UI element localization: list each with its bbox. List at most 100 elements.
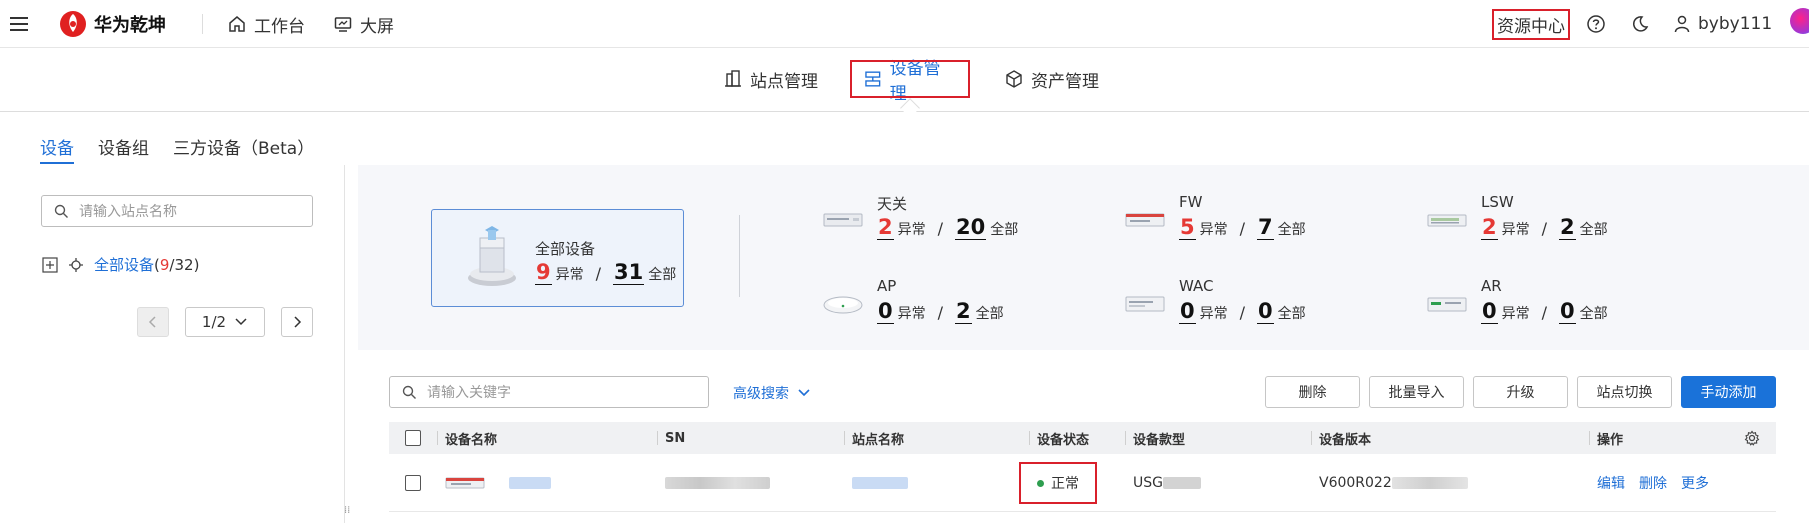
status-dot-icon bbox=[1037, 479, 1044, 487]
abnormal-label: 异常 bbox=[897, 222, 926, 238]
device-type-name: WAC bbox=[1179, 277, 1214, 295]
more-link[interactable]: 更多 bbox=[1681, 473, 1709, 493]
resource-center-link[interactable]: 资源中心 bbox=[1492, 8, 1570, 40]
column-divider bbox=[1311, 431, 1312, 445]
wac-device-icon bbox=[1125, 296, 1165, 312]
user-icon bbox=[1674, 15, 1690, 33]
column-device-model[interactable]: 设备款型 bbox=[1133, 422, 1185, 454]
device-type-name: 天关 bbox=[877, 195, 908, 213]
switch-device-icon bbox=[1427, 214, 1467, 227]
device-name-cell[interactable] bbox=[509, 454, 551, 512]
sn-cell bbox=[665, 454, 770, 512]
table-row[interactable]: 正常 USG V600R022 编辑 删除 更多 bbox=[389, 454, 1776, 512]
all-devices-card[interactable]: 全部设备 9 异常 / 31 全部 bbox=[431, 209, 684, 307]
nav-bigscreen[interactable]: 大屏 bbox=[334, 0, 394, 48]
table-header: 设备名称 SN 站点名称 设备状态 设备款型 设备版本 操作 bbox=[389, 422, 1776, 454]
site-switch-button[interactable]: 站点切换 bbox=[1577, 376, 1672, 408]
column-device-version[interactable]: 设备版本 bbox=[1319, 422, 1371, 454]
tab-asset-management-label: 资产管理 bbox=[1031, 71, 1099, 92]
actions-cell: 编辑 删除 更多 bbox=[1597, 454, 1709, 512]
total-label: 全部 bbox=[1277, 306, 1306, 322]
slash: / bbox=[937, 219, 944, 238]
abnormal-label: 异常 bbox=[1501, 222, 1530, 238]
resource-center-label: 资源中心 bbox=[1492, 8, 1570, 40]
prev-page-button[interactable] bbox=[137, 307, 169, 337]
select-all-checkbox[interactable] bbox=[405, 422, 421, 454]
delete-link[interactable]: 删除 bbox=[1639, 473, 1667, 493]
expand-icon[interactable] bbox=[42, 256, 58, 273]
advanced-search-toggle[interactable]: 高级搜索 bbox=[733, 383, 811, 403]
total-label: 全部 bbox=[648, 267, 677, 283]
batch-import-button[interactable]: 批量导入 bbox=[1369, 376, 1464, 408]
resize-handle[interactable]: ⁞⁞ bbox=[344, 505, 350, 516]
tab-site-management-label: 站点管理 bbox=[750, 71, 818, 92]
status-cell: 正常 bbox=[1019, 454, 1097, 512]
slash: / bbox=[1541, 219, 1548, 238]
next-page-button[interactable] bbox=[281, 307, 313, 337]
crosshair-icon bbox=[69, 257, 83, 272]
delete-button[interactable]: 删除 bbox=[1265, 376, 1360, 408]
username: byby111 bbox=[1698, 14, 1773, 34]
slash: / bbox=[1239, 303, 1246, 322]
search-icon bbox=[402, 385, 416, 399]
row-checkbox[interactable] bbox=[405, 454, 421, 512]
column-site-name[interactable]: 站点名称 bbox=[852, 422, 904, 454]
total-count: 0 bbox=[1559, 299, 1576, 324]
edit-link[interactable]: 编辑 bbox=[1597, 473, 1625, 493]
page-select[interactable]: 1/2 bbox=[185, 307, 265, 337]
user-menu[interactable]: byby111 bbox=[1674, 0, 1772, 48]
column-divider bbox=[1029, 431, 1030, 445]
column-device-status[interactable]: 设备状态 bbox=[1037, 422, 1089, 454]
column-sn[interactable]: SN bbox=[665, 422, 685, 454]
total-count: 2 bbox=[1559, 215, 1576, 240]
site-search-input[interactable]: 请输入站点名称 bbox=[41, 195, 313, 227]
tree-abnormal-count: 9 bbox=[159, 255, 170, 274]
tab-asset-management[interactable]: 资产管理 bbox=[993, 62, 1111, 96]
column-actions: 操作 bbox=[1597, 432, 1624, 448]
device-type-name: AP bbox=[877, 277, 897, 295]
divider bbox=[202, 14, 203, 34]
slash: / bbox=[937, 303, 944, 322]
nav-workbench[interactable]: 工作台 bbox=[228, 0, 305, 48]
subtab-device-group[interactable]: 设备组 bbox=[98, 134, 149, 164]
total-count: 20 bbox=[955, 215, 987, 240]
gateway-device-icon bbox=[823, 213, 863, 227]
avatar[interactable] bbox=[1790, 8, 1809, 34]
column-divider bbox=[437, 431, 438, 445]
all-abnormal-count: 9 bbox=[535, 260, 552, 285]
menu-icon[interactable] bbox=[10, 0, 30, 48]
total-count: 0 bbox=[1257, 299, 1274, 324]
total-count: 7 bbox=[1257, 215, 1274, 240]
help-icon[interactable] bbox=[1586, 0, 1606, 48]
total-label: 全部 bbox=[1579, 222, 1608, 238]
upgrade-button[interactable]: 升级 bbox=[1473, 376, 1568, 408]
keyword-search-placeholder: 请输入关键字 bbox=[427, 385, 511, 401]
subtab-device[interactable]: 设备 bbox=[40, 134, 74, 164]
tab-site-management[interactable]: 站点管理 bbox=[712, 62, 830, 96]
device-thumbnail-icon bbox=[445, 454, 485, 512]
abnormal-count: 2 bbox=[1481, 215, 1498, 240]
keyword-search-input[interactable]: 请输入关键字 bbox=[389, 376, 709, 408]
total-label: 全部 bbox=[1579, 306, 1608, 322]
abnormal-count: 2 bbox=[877, 215, 894, 240]
abnormal-label: 异常 bbox=[555, 267, 584, 283]
manual-add-button[interactable]: 手动添加 bbox=[1681, 376, 1776, 408]
logo[interactable]: 华为乾坤 bbox=[58, 0, 166, 48]
table-settings-icon[interactable] bbox=[1744, 422, 1760, 454]
model-cell: USG bbox=[1133, 454, 1201, 512]
site-name-cell[interactable] bbox=[852, 454, 908, 512]
total-label: 全部 bbox=[975, 306, 1004, 322]
model-text: USG bbox=[1133, 475, 1163, 491]
tab-device-management[interactable]: 设备管理 bbox=[850, 59, 970, 104]
column-device-name[interactable]: 设备名称 bbox=[445, 422, 497, 454]
site-search-placeholder: 请输入站点名称 bbox=[79, 204, 177, 220]
tab-device-management-label: 设备管理 bbox=[889, 59, 941, 104]
all-devices-title: 全部设备 bbox=[535, 240, 596, 258]
dark-mode-icon[interactable] bbox=[1631, 0, 1649, 48]
subtab-third-party[interactable]: 三方设备（Beta） bbox=[173, 134, 314, 164]
monitor-icon bbox=[334, 17, 352, 32]
tree-node-all-devices[interactable]: 全部设备 (9/32) bbox=[42, 254, 199, 275]
sub-tabs: 设备 设备组 三方设备（Beta） bbox=[40, 134, 338, 164]
nav-bigscreen-label: 大屏 bbox=[360, 16, 394, 37]
slash: / bbox=[595, 264, 602, 283]
